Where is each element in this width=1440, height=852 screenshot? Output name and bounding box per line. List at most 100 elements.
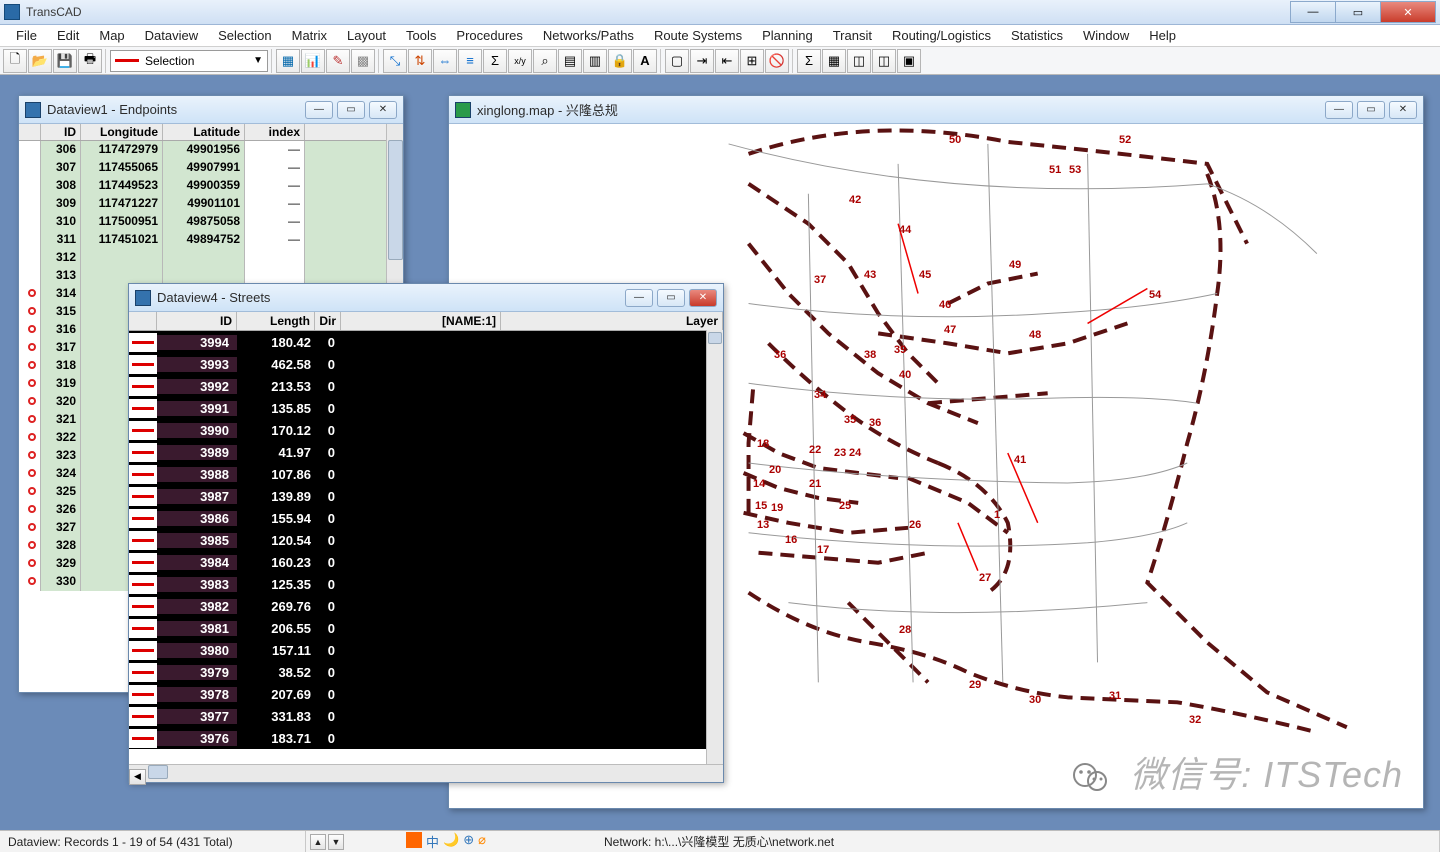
table-row[interactable]: 3986155.940 [129,507,723,529]
tool-m3-icon[interactable]: ▣ [897,49,921,73]
tool-arrow-out-icon[interactable]: ⇤ [715,49,739,73]
menu-map[interactable]: Map [89,26,134,45]
dataview1-titlebar[interactable]: Dataview1 - Endpoints — ▭ ✕ [19,96,403,124]
dv4-hscroll-thumb[interactable] [148,765,168,779]
new-button[interactable]: 🗋 [3,49,27,73]
dv4-vscroll-thumb[interactable] [708,332,722,344]
tool-select-icon[interactable]: ⤡ [383,49,407,73]
menu-routesystems[interactable]: Route Systems [644,26,752,45]
tray-moon-icon[interactable]: 🌙 [443,832,459,851]
dv1-scroll-thumb[interactable] [388,140,403,260]
map-minimize-button[interactable]: — [1325,101,1353,119]
table-row[interactable]: 3987139.890 [129,485,723,507]
table-row[interactable]: 3985120.540 [129,529,723,551]
dv4-body[interactable]: 3994180.4203993462.5803992213.5303991135… [129,331,723,749]
tray-rss-icon[interactable]: ⌀ [478,832,486,851]
dataview4-titlebar[interactable]: Dataview4 - Streets — ▭ ✕ [129,284,723,312]
tool-merge-icon[interactable]: ⊞ [740,49,764,73]
table-row[interactable]: 31011750095149875058— [19,213,403,231]
table-row[interactable]: 398941.970 [129,441,723,463]
tool-sum-icon[interactable]: Σ [483,49,507,73]
menu-matrix[interactable]: Matrix [282,26,337,45]
print-button[interactable]: 🖶 [78,49,102,73]
close-button[interactable]: ✕ [1380,1,1436,23]
menu-routinglogistics[interactable]: Routing/Logistics [882,26,1001,45]
table-row[interactable]: 3981206.550 [129,617,723,639]
tool-calc-icon[interactable]: ≡ [458,49,482,73]
tray-cn[interactable]: 中 [426,832,439,851]
tool-lock-icon[interactable]: 🔒 [608,49,632,73]
menu-selection[interactable]: Selection [208,26,281,45]
table-row[interactable]: 397938.520 [129,661,723,683]
table-row[interactable]: 3990170.120 [129,419,723,441]
tool-query-icon[interactable]: ⌕ [533,49,557,73]
table-row[interactable]: 30811744952349900359— [19,177,403,195]
menu-tools[interactable]: Tools [396,26,446,45]
menu-bar[interactable]: FileEditMapDataviewSelectionMatrixLayout… [0,25,1440,47]
menu-statistics[interactable]: Statistics [1001,26,1073,45]
table-row[interactable]: 3991135.850 [129,397,723,419]
table-row[interactable]: 312 [19,249,403,267]
menu-networkspaths[interactable]: Networks/Paths [533,26,644,45]
dv4-minimize-button[interactable]: — [625,289,653,307]
table-row[interactable]: 30611747297949901956— [19,141,403,159]
menu-layout[interactable]: Layout [337,26,396,45]
dv4-hscrollbar[interactable]: ◀ [129,764,723,782]
tray-icon-1[interactable] [406,832,422,848]
save-button[interactable]: 💾 [53,49,77,73]
open-button[interactable]: 📂 [28,49,52,73]
table-row[interactable]: 31111745102149894752— [19,231,403,249]
table-row[interactable]: 3978207.690 [129,683,723,705]
dv1-close-button[interactable]: ✕ [369,101,397,119]
table-row[interactable]: 3994180.420 [129,331,723,353]
status-down-button[interactable]: ▼ [328,834,344,850]
minimize-button[interactable]: — [1290,1,1336,23]
menu-procedures[interactable]: Procedures [446,26,532,45]
table-row[interactable]: 3982269.760 [129,595,723,617]
table-row[interactable]: 3977331.830 [129,705,723,727]
tray-globe-icon[interactable]: ⊕ [463,832,474,851]
dv1-header[interactable]: ID Longitude Latitude index [19,124,403,141]
dv4-close-button[interactable]: ✕ [689,289,717,307]
tool-matrix-icon[interactable]: ▦ [822,49,846,73]
status-up-button[interactable]: ▲ [310,834,326,850]
menu-file[interactable]: File [6,26,47,45]
tool-grid-icon[interactable]: ▩ [351,49,375,73]
table-row[interactable]: 3984160.230 [129,551,723,573]
tool-arrow-in-icon[interactable]: ⇥ [690,49,714,73]
dv4-header[interactable]: ID Length Dir [NAME:1] Layer [129,312,723,331]
scroll-left-icon[interactable]: ◀ [129,769,146,785]
table-row[interactable]: 3993462.580 [129,353,723,375]
dv4-maximize-button[interactable]: ▭ [657,289,685,307]
dv1-maximize-button[interactable]: ▭ [337,101,365,119]
tool-sigma2-icon[interactable]: Σ [797,49,821,73]
table-row[interactable]: 3988107.860 [129,463,723,485]
map-maximize-button[interactable]: ▭ [1357,101,1385,119]
maximize-button[interactable]: ▭ [1335,1,1381,23]
menu-window[interactable]: Window [1073,26,1139,45]
table-row[interactable]: 3976183.710 [129,727,723,749]
table-row[interactable]: 3980157.110 [129,639,723,661]
selection-combo[interactable]: Selection ▼ [110,50,268,72]
menu-edit[interactable]: Edit [47,26,89,45]
tool-link-icon[interactable]: ⇔ [433,49,457,73]
tool-filter-icon[interactable]: ▤ [558,49,582,73]
table-row[interactable]: 30711745506549907991— [19,159,403,177]
tool-xy-icon[interactable]: x/y [508,49,532,73]
dv1-minimize-button[interactable]: — [305,101,333,119]
menu-dataview[interactable]: Dataview [135,26,208,45]
tool-block-icon[interactable]: 🚫 [765,49,789,73]
menu-help[interactable]: Help [1139,26,1186,45]
tool-box-icon[interactable]: ▢ [665,49,689,73]
menu-transit[interactable]: Transit [823,26,882,45]
table-row[interactable]: 3983125.350 [129,573,723,595]
tool-edit-icon[interactable]: ✎ [326,49,350,73]
dv4-vscrollbar[interactable] [706,330,723,764]
tool-m2-icon[interactable]: ◫ [872,49,896,73]
tool-sort-icon[interactable]: ⇅ [408,49,432,73]
map-titlebar[interactable]: xinglong.map - 兴隆总规 — ▭ ✕ [449,96,1423,124]
tool-text-icon[interactable]: A [633,49,657,73]
tool-m1-icon[interactable]: ◫ [847,49,871,73]
tool-layers-icon[interactable]: ▥ [583,49,607,73]
table-row[interactable]: 30911747122749901101— [19,195,403,213]
